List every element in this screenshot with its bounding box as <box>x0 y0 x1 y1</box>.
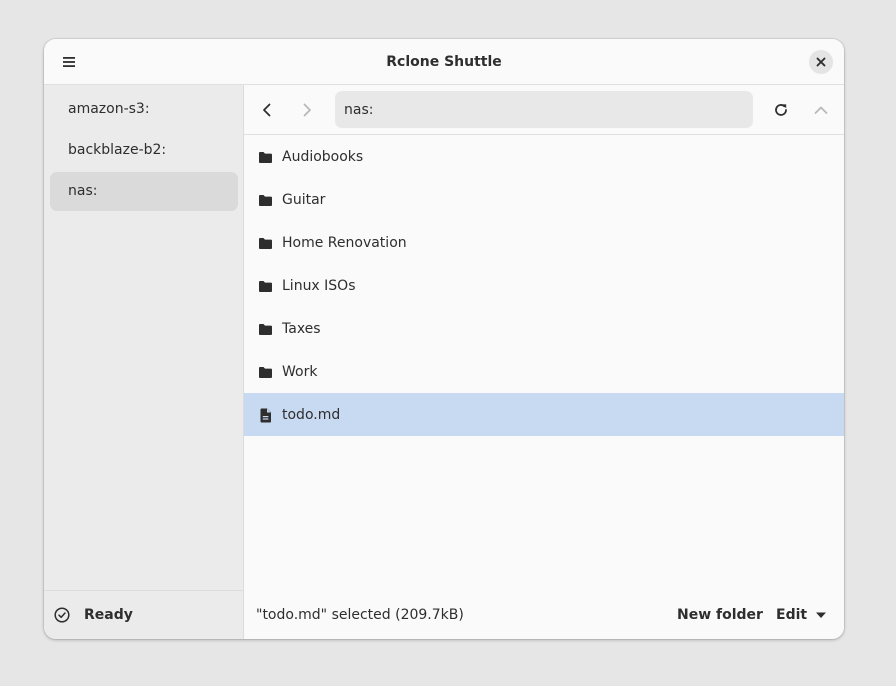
file-list: Audiobooks Guitar Home Renovation Linux … <box>244 135 844 436</box>
status-label: Ready <box>84 607 133 623</box>
file-name: Home Renovation <box>282 234 407 251</box>
file-row-linux-isos[interactable]: Linux ISOs <box>244 264 844 307</box>
file-name: todo.md <box>282 406 341 423</box>
sidebar-item-backblaze-b2[interactable]: backblaze-b2: <box>50 131 238 170</box>
caret-down-icon <box>815 611 827 619</box>
folder-icon <box>257 278 273 294</box>
app-window: Rclone Shuttle amazon-s3: backblaze-b2: … <box>44 39 844 639</box>
folder-icon <box>257 321 273 337</box>
back-button[interactable] <box>252 95 282 125</box>
refresh-button[interactable] <box>766 95 796 125</box>
close-button[interactable] <box>809 50 833 74</box>
file-name: Audiobooks <box>282 148 364 165</box>
selection-info: "todo.md" selected (209.7kB) <box>256 606 464 623</box>
refresh-icon <box>775 104 787 116</box>
header-bar: Rclone Shuttle <box>44 39 844 85</box>
file-name: Guitar <box>282 191 326 208</box>
window-title: Rclone Shuttle <box>386 54 502 70</box>
sidebar-item-amazon-s3[interactable]: amazon-s3: <box>50 90 238 129</box>
chevron-up-icon <box>814 106 828 114</box>
remotes-list: amazon-s3: backblaze-b2: nas: <box>50 90 238 213</box>
chevron-left-icon <box>263 103 271 117</box>
path-input[interactable] <box>335 91 753 128</box>
check-circle-icon <box>54 607 70 623</box>
folder-icon <box>257 192 273 208</box>
file-row-guitar[interactable]: Guitar <box>244 178 844 221</box>
folder-icon <box>257 235 273 251</box>
close-icon <box>816 57 826 67</box>
document-icon <box>257 407 273 423</box>
sidebar-item-nas[interactable]: nas: <box>50 172 238 211</box>
forward-button[interactable] <box>292 95 322 125</box>
file-name: Taxes <box>282 320 321 337</box>
file-row-audiobooks[interactable]: Audiobooks <box>244 135 844 178</box>
file-row-home-renovation[interactable]: Home Renovation <box>244 221 844 264</box>
edit-label: Edit <box>776 607 808 623</box>
file-row-work[interactable]: Work <box>244 350 844 393</box>
folder-icon <box>257 364 273 380</box>
path-toolbar <box>244 85 844 135</box>
folder-icon <box>257 149 273 165</box>
go-up-button[interactable] <box>806 95 836 125</box>
edit-menu-button[interactable]: Edit <box>767 600 836 630</box>
new-folder-button[interactable]: New folder <box>668 600 772 630</box>
remotes-sidebar: amazon-s3: backblaze-b2: nas: Ready <box>44 85 244 639</box>
file-name: Work <box>282 363 318 380</box>
file-name: Linux ISOs <box>282 277 356 294</box>
file-row-todo-md[interactable]: todo.md <box>244 393 844 436</box>
chevron-right-icon <box>303 103 311 117</box>
file-row-taxes[interactable]: Taxes <box>244 307 844 350</box>
action-bar: "todo.md" selected (209.7kB) New folder … <box>244 590 844 639</box>
file-browser: Audiobooks Guitar Home Renovation Linux … <box>244 85 844 639</box>
status-area: Ready <box>44 590 243 639</box>
